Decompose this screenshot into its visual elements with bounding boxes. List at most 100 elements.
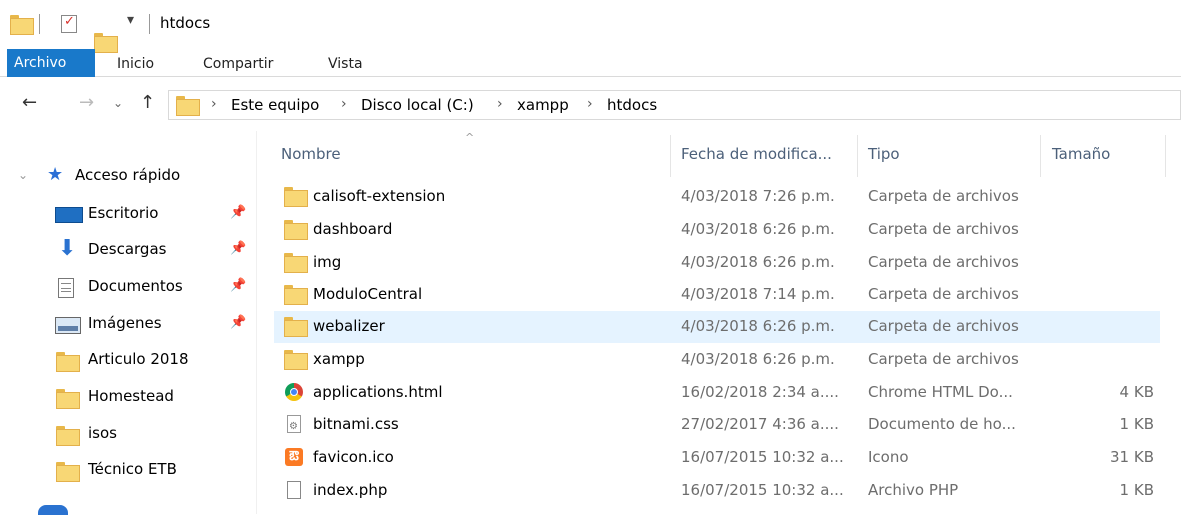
file-date: 4/03/2018 6:26 p.m. <box>681 220 835 238</box>
sidebar-item-articulo-2018[interactable]: Articulo 2018 <box>48 343 258 377</box>
css-file-icon: ⚙ <box>284 415 304 433</box>
sidebar-item-label: Técnico ETB <box>88 460 177 478</box>
up-arrow-icon[interactable]: ↑ <box>140 92 155 113</box>
column-header-name[interactable]: Nombre <box>281 145 341 163</box>
file-row[interactable]: ModuloCentral 4/03/2018 7:14 p.m. Carpet… <box>274 279 1160 311</box>
file-size: 31 KB <box>1110 448 1154 466</box>
column-divider[interactable] <box>1165 135 1166 177</box>
file-name: bitnami.css <box>313 415 399 433</box>
document-icon <box>58 278 74 298</box>
pin-icon[interactable]: 📌 <box>230 241 246 256</box>
file-row[interactable]: xampp 4/03/2018 6:26 p.m. Carpeta de arc… <box>274 344 1160 376</box>
file-row[interactable]: index.php 16/07/2015 10:32 a... Archivo … <box>274 475 1160 507</box>
window-title: htdocs <box>160 14 211 32</box>
column-header-type[interactable]: Tipo <box>868 145 900 163</box>
file-date: 4/03/2018 6:26 p.m. <box>681 317 835 335</box>
file-row[interactable]: calisoft-extension 4/03/2018 7:26 p.m. C… <box>274 181 1160 213</box>
file-date: 4/03/2018 7:14 p.m. <box>681 285 835 303</box>
sidebar-item-label: Homestead <box>88 387 174 405</box>
folder-icon <box>284 285 308 305</box>
folder-icon <box>56 462 80 482</box>
file-type: Carpeta de archivos <box>868 285 1019 303</box>
properties-icon[interactable]: ✓ <box>61 14 77 33</box>
recent-locations-chevron-icon[interactable]: ⌄ <box>113 96 123 110</box>
column-divider[interactable] <box>670 135 671 177</box>
file-date: 16/07/2015 10:32 a... <box>681 448 844 466</box>
desktop-icon <box>55 207 83 223</box>
file-name: img <box>313 253 342 271</box>
breadcrumb-este-equipo[interactable]: Este equipo <box>231 96 319 114</box>
file-name: ModuloCentral <box>313 285 423 303</box>
file-type: Carpeta de archivos <box>868 350 1019 368</box>
back-arrow-icon[interactable]: ← <box>22 92 37 113</box>
sidebar-item-isos[interactable]: isos <box>48 417 258 451</box>
sidebar-item-escritorio[interactable]: Escritorio 📌 <box>48 197 258 231</box>
pin-icon[interactable]: 📌 <box>230 315 246 330</box>
address-row: ← → ⌄ ↑ › Este equipo › Disco local (C:)… <box>0 88 1181 122</box>
breadcrumb-disco-local[interactable]: Disco local (C:) <box>361 96 474 114</box>
sidebar-item-label: Descargas <box>88 240 167 258</box>
file-row[interactable]: img 4/03/2018 6:26 p.m. Carpeta de archi… <box>274 247 1160 279</box>
file-date: 4/03/2018 6:26 p.m. <box>681 350 835 368</box>
sidebar-item-label: isos <box>88 424 117 442</box>
column-divider[interactable] <box>1040 135 1041 177</box>
file-name: xampp <box>313 350 365 368</box>
tab-vista[interactable]: Vista <box>328 52 363 76</box>
file-type: Documento de ho... <box>868 415 1016 433</box>
file-name: calisoft-extension <box>313 187 446 205</box>
file-row[interactable]: dashboard 4/03/2018 6:26 p.m. Carpeta de… <box>274 214 1160 246</box>
folder-icon <box>284 220 308 240</box>
breadcrumb-htdocs[interactable]: htdocs <box>607 96 657 114</box>
folder-icon <box>56 389 80 409</box>
collapse-chevron-icon[interactable]: ⌄ <box>18 168 28 182</box>
file-name: index.php <box>313 481 388 499</box>
file-date: 4/03/2018 7:26 p.m. <box>681 187 835 205</box>
pin-icon[interactable]: 📌 <box>230 278 246 293</box>
pin-icon[interactable]: 📌 <box>230 205 246 220</box>
file-date: 4/03/2018 6:26 p.m. <box>681 253 835 271</box>
file-row-selected[interactable]: webalizer 4/03/2018 6:26 p.m. Carpeta de… <box>274 311 1160 343</box>
sidebar-item-tecnico-etb[interactable]: Técnico ETB <box>48 453 258 487</box>
forward-arrow-icon[interactable]: → <box>79 92 94 113</box>
breadcrumb-xampp[interactable]: xampp <box>517 96 569 114</box>
folder-icon <box>284 253 308 273</box>
file-type: Chrome HTML Do... <box>868 383 1013 401</box>
file-type: Carpeta de archivos <box>868 220 1019 238</box>
file-size: 1 KB <box>1119 481 1154 499</box>
sidebar-section-acceso-rapido[interactable]: Acceso rápido <box>75 166 180 184</box>
sidebar-item-homestead[interactable]: Homestead <box>48 380 258 414</box>
sidebar-item-descargas[interactable]: ⬇ Descargas 📌 <box>48 233 258 267</box>
image-icon <box>55 317 81 334</box>
file-type: Carpeta de archivos <box>868 187 1019 205</box>
tab-archivo[interactable]: Archivo <box>7 49 95 77</box>
sidebar-item-documentos[interactable]: Documentos 📌 <box>48 270 258 304</box>
title-bar: ✓ ▾ htdocs <box>0 0 1181 53</box>
file-date: 16/07/2015 10:32 a... <box>681 481 844 499</box>
column-header-size[interactable]: Tamaño <box>1052 145 1110 163</box>
file-size: 1 KB <box>1119 415 1154 433</box>
column-divider[interactable] <box>857 135 858 177</box>
quick-access-dropdown-icon[interactable]: ▾ <box>127 12 134 28</box>
folder-icon <box>284 350 308 370</box>
divider <box>149 14 150 34</box>
pane-divider <box>256 131 257 514</box>
sidebar-item-imagenes[interactable]: Imágenes 📌 <box>48 307 258 341</box>
file-row[interactable]: ఔ favicon.ico 16/07/2015 10:32 a... Icon… <box>274 442 1160 474</box>
breadcrumb-separator-icon: › <box>211 96 217 112</box>
file-name: webalizer <box>313 317 385 335</box>
column-headers: ^ Nombre Fecha de modifica... Tipo Tamañ… <box>270 131 1181 177</box>
breadcrumb-separator-icon[interactable]: › <box>341 96 347 112</box>
folder-icon <box>284 187 308 207</box>
download-icon: ⬇ <box>58 236 77 261</box>
tab-compartir[interactable]: Compartir <box>203 52 273 76</box>
folder-icon <box>284 317 308 337</box>
file-row[interactable]: applications.html 16/02/2018 2:34 a.... … <box>274 377 1160 409</box>
file-type: Carpeta de archivos <box>868 317 1019 335</box>
breadcrumb-separator-icon[interactable]: › <box>497 96 503 112</box>
column-header-date[interactable]: Fecha de modifica... <box>681 145 832 163</box>
tab-inicio[interactable]: Inicio <box>117 52 154 76</box>
breadcrumb-separator-icon[interactable]: › <box>587 96 593 112</box>
file-size: 4 KB <box>1119 383 1154 401</box>
file-row[interactable]: ⚙ bitnami.css 27/02/2017 4:36 a.... Docu… <box>274 409 1160 441</box>
address-bar[interactable]: › Este equipo › Disco local (C:) › xampp… <box>168 90 1181 120</box>
